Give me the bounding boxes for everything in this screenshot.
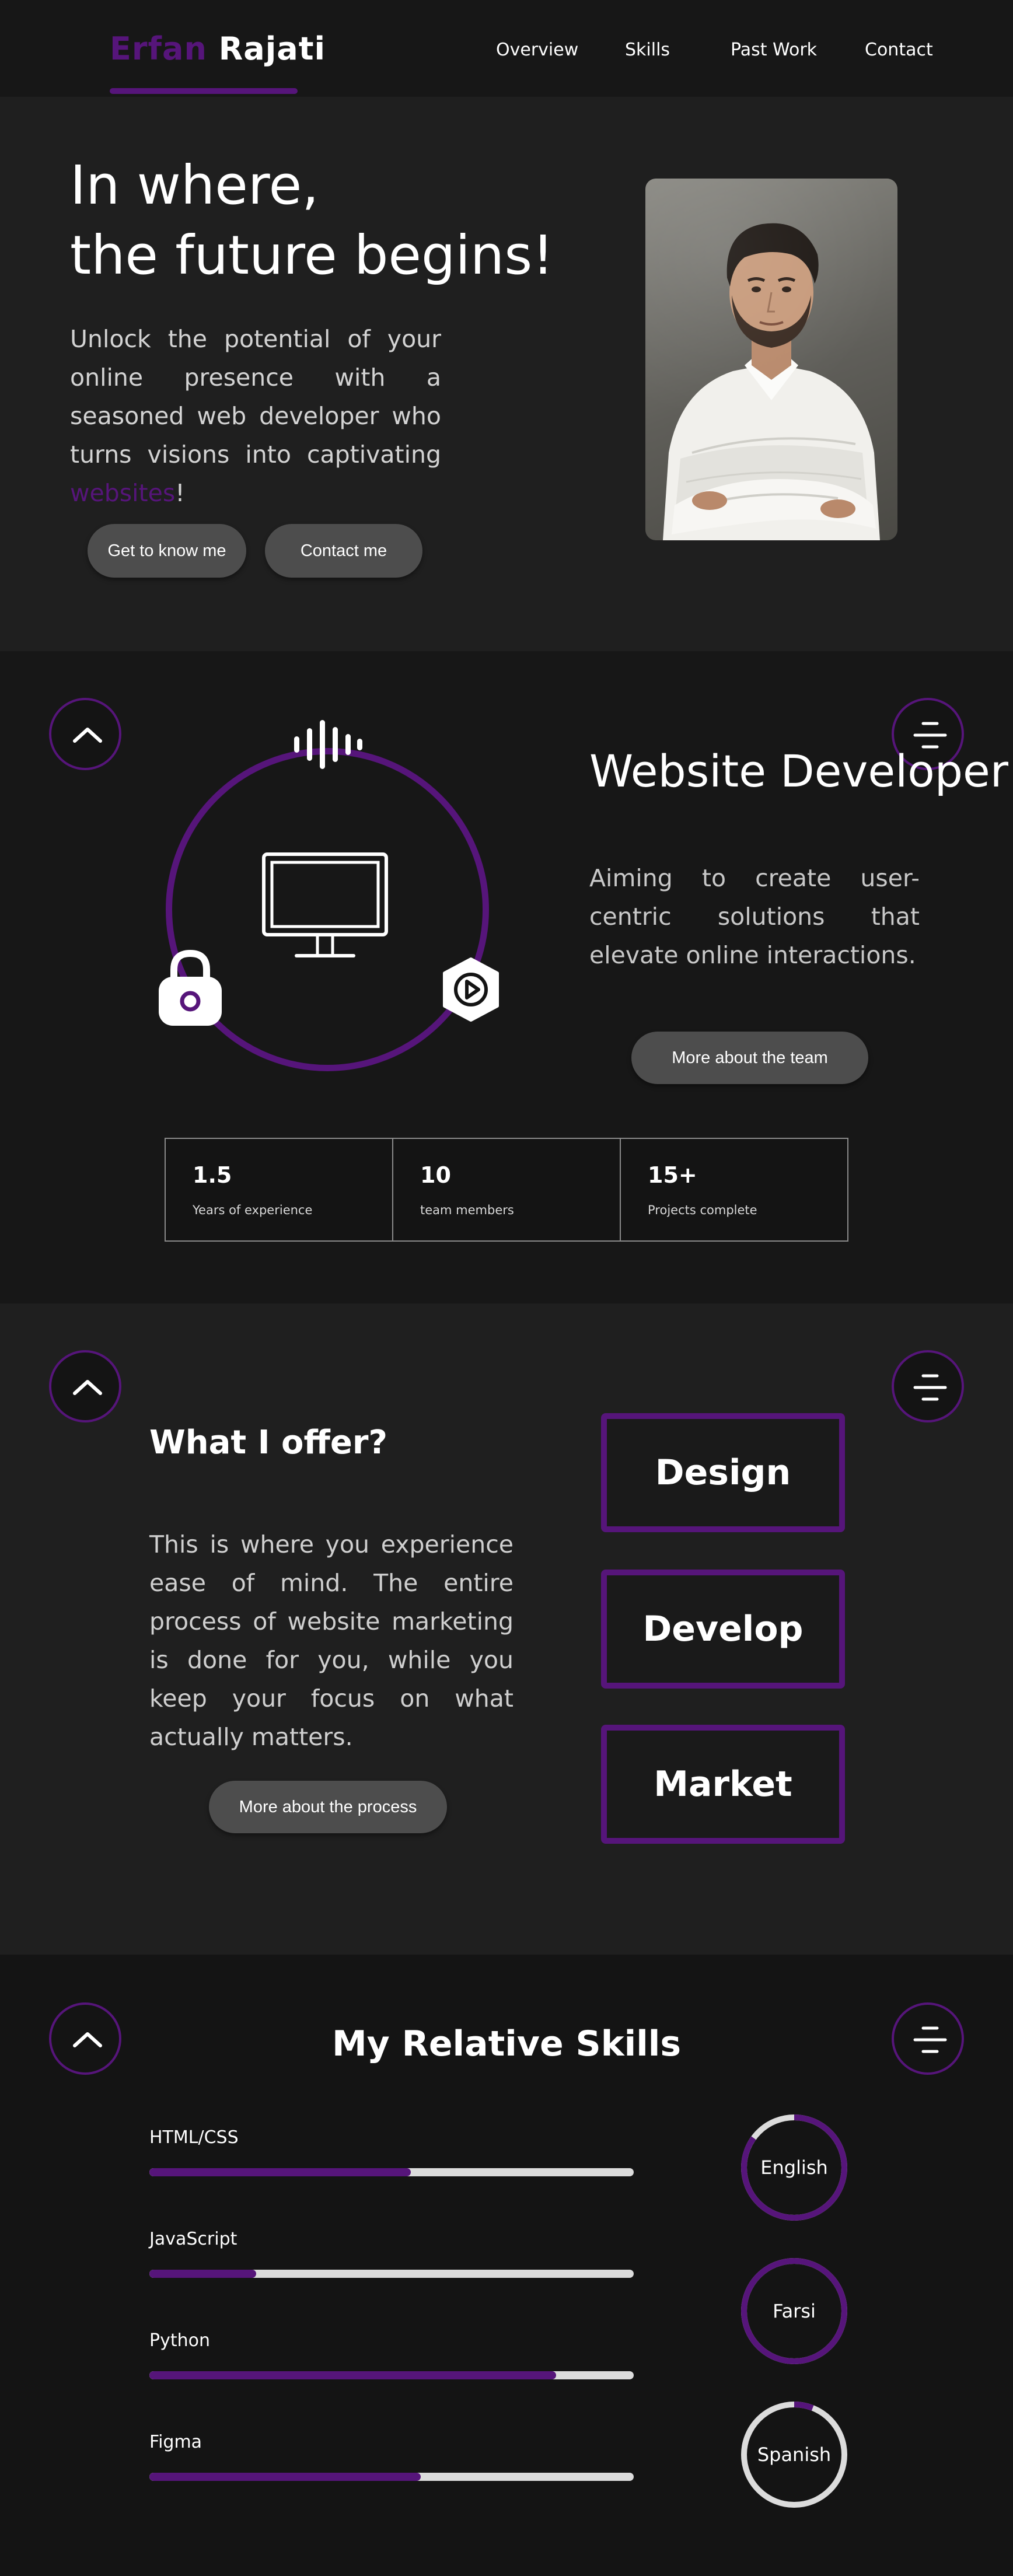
soundwave-icon — [294, 720, 362, 769]
logo-underline — [110, 88, 298, 94]
stat-number: 10 — [420, 1162, 451, 1188]
scroll-up-button[interactable] — [49, 1350, 121, 1422]
about-section: Website Developer Aiming to create user-… — [0, 651, 1013, 1303]
menu-button[interactable] — [892, 1350, 964, 1422]
language-label: Spanish — [757, 2444, 832, 2466]
hero-title-line2: the future begins! — [70, 224, 554, 286]
offer-section: What I offer? This is where you experien… — [0, 1303, 1013, 1955]
stat-projects: 15+ Projects complete — [621, 1139, 848, 1240]
get-to-know-me-button[interactable]: Get to know me — [88, 524, 246, 578]
chevron-up-icon — [73, 728, 102, 743]
skill-label-html-css: HTML/CSS — [149, 2127, 239, 2148]
hero-text-end: ! — [175, 479, 185, 507]
hero-title: In where, the future begins! — [70, 151, 595, 291]
language-label: English — [760, 2156, 828, 2179]
top-nav: Erfan Rajati Overview Skills Past Work C… — [0, 0, 1013, 97]
stat-label: Years of experience — [193, 1203, 313, 1217]
contact-me-button[interactable]: Contact me — [265, 524, 422, 578]
skill-label-python: Python — [149, 2330, 210, 2351]
more-about-process-button[interactable]: More about the process — [209, 1781, 447, 1833]
hero-text: Unlock the potential of your online pres… — [70, 320, 441, 512]
language-ring-english: English — [739, 2112, 850, 2223]
logo-first-name: Erfan — [110, 30, 207, 67]
logo[interactable]: Erfan Rajati — [110, 26, 326, 72]
skill-bar-javascript — [149, 2270, 634, 2278]
monitor-icon — [262, 852, 388, 957]
menu-icon — [913, 1374, 947, 1401]
nav-link-skills[interactable]: Skills — [625, 33, 670, 68]
stat-team: 10 team members — [393, 1139, 621, 1240]
about-text: Aiming to create user-centric solutions … — [589, 864, 920, 969]
nav-link-contact[interactable]: Contact — [865, 33, 933, 68]
offer-card-design[interactable]: Design — [601, 1413, 845, 1532]
skill-bar-html-css — [149, 2168, 634, 2176]
language-ring-spanish: Spanish — [739, 2399, 850, 2510]
more-about-team-button[interactable]: More about the team — [631, 1032, 868, 1084]
nav-link-past-work[interactable]: Past Work — [731, 33, 817, 68]
skill-bar-figma — [149, 2473, 634, 2481]
about-title: Website Developer — [589, 745, 1008, 797]
skill-bar-fill — [149, 2371, 557, 2379]
stat-number: 15+ — [648, 1162, 697, 1188]
logo-last-name: Rajati — [218, 30, 326, 67]
stat-experience: 1.5 Years of experience — [166, 1139, 393, 1240]
stat-label: team members — [420, 1203, 514, 1217]
stat-number: 1.5 — [193, 1162, 232, 1188]
offer-text: This is where you experience ease of min… — [149, 1530, 514, 1751]
stats-panel: 1.5 Years of experience 10 team members … — [165, 1138, 848, 1242]
scroll-up-button[interactable] — [49, 698, 121, 770]
skill-bar-fill — [149, 2168, 411, 2176]
lock-icon — [159, 949, 222, 1026]
offer-card-market[interactable]: Market — [601, 1725, 845, 1844]
hero-title-line1: In where, — [70, 154, 319, 216]
skill-bar-fill — [149, 2270, 256, 2278]
offer-title: What I offer? — [149, 1424, 387, 1462]
hero-text-highlight: websites — [70, 479, 176, 507]
skill-label-figma: Figma — [149, 2432, 202, 2452]
skill-bar-python — [149, 2371, 634, 2379]
profile-photo — [645, 179, 897, 540]
language-ring-farsi: Farsi — [739, 2256, 850, 2367]
hero-section: In where, the future begins! Unlock the … — [0, 97, 1013, 651]
skills-section: My Relative Skills HTML/CSS JavaScript P… — [0, 1955, 1013, 2576]
skill-label-javascript: JavaScript — [149, 2229, 237, 2249]
chevron-up-icon — [73, 1380, 102, 1395]
offer-card-develop[interactable]: Develop — [601, 1570, 845, 1689]
hero-text-main: Unlock the potential of your online pres… — [70, 325, 441, 469]
skill-bar-fill — [149, 2473, 421, 2481]
nav-link-overview[interactable]: Overview — [496, 33, 578, 68]
skills-title: My Relative Skills — [331, 2023, 682, 2064]
language-label: Farsi — [773, 2300, 816, 2322]
stat-label: Projects complete — [648, 1203, 757, 1217]
play-icon — [443, 957, 499, 1022]
